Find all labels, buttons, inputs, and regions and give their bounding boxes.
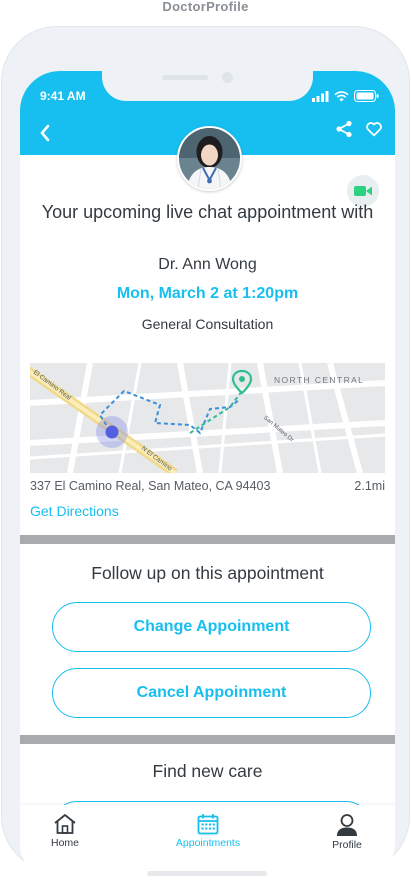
battery-icon [354, 90, 379, 102]
video-camera-icon [354, 186, 372, 196]
tab-profile[interactable]: Profile [302, 813, 392, 851]
phone-notch [102, 53, 313, 101]
doctor-name: Dr. Ann Wong [158, 256, 257, 273]
home-icon [54, 814, 76, 834]
signal-icon [312, 90, 329, 102]
header-actions [335, 120, 383, 138]
section-divider [20, 735, 395, 744]
doctor-photo [179, 128, 240, 189]
appointment-datetime: Mon, March 2 at 1:20pm [116, 285, 299, 302]
tab-home-label: Home [50, 837, 79, 849]
change-appointment-button[interactable]: Change Appoinment [52, 602, 371, 652]
tab-profile-label: Profile [332, 839, 362, 851]
section-divider [20, 535, 395, 544]
screen-title: DoctorProfile [162, 0, 249, 14]
tab-appointments-label: Appointments [175, 837, 241, 849]
tab-home[interactable]: Home [20, 813, 110, 849]
get-directions-link[interactable]: Get Directions [30, 503, 119, 519]
find-care-title: Find new care [152, 761, 263, 781]
share-icon[interactable] [335, 120, 353, 138]
address-row: 337 El Camino Real, San Mateo, CA 94403 … [30, 479, 385, 493]
doctor-avatar [177, 126, 242, 191]
map-label-north-central: NORTH CENTRAL [274, 375, 365, 385]
notch-camera [222, 72, 233, 83]
tab-appointments[interactable]: Appointments [163, 813, 253, 849]
follow-up-title: Follow up on this appointment [91, 563, 324, 583]
heart-icon[interactable] [365, 120, 383, 138]
phone-frame: 9:41 AM Your upcoming live chat appointm… [1, 26, 410, 883]
calendar-icon [197, 814, 219, 835]
address-text: 337 El Camino Real, San Mateo, CA 94403 [30, 479, 271, 493]
cancel-appointment-button[interactable]: Cancel Appoinment [52, 668, 371, 718]
wifi-icon [334, 90, 349, 101]
distance-text: 2.1mi [354, 479, 385, 493]
appointment-type: General Consultation [141, 316, 274, 332]
chevron-left-icon [40, 124, 50, 142]
status-time: 9:41 AM [40, 89, 86, 103]
notch-speaker [162, 75, 208, 80]
back-button[interactable] [30, 119, 60, 147]
status-icons [312, 90, 379, 102]
location-map[interactable]: El Camino Real N El Camino NORTH CENTRAL… [30, 363, 385, 473]
app-screen: 9:41 AM Your upcoming live chat appointm… [20, 71, 395, 883]
user-icon [337, 814, 357, 836]
appointment-heading: Your upcoming live chat appointment with [41, 202, 374, 222]
